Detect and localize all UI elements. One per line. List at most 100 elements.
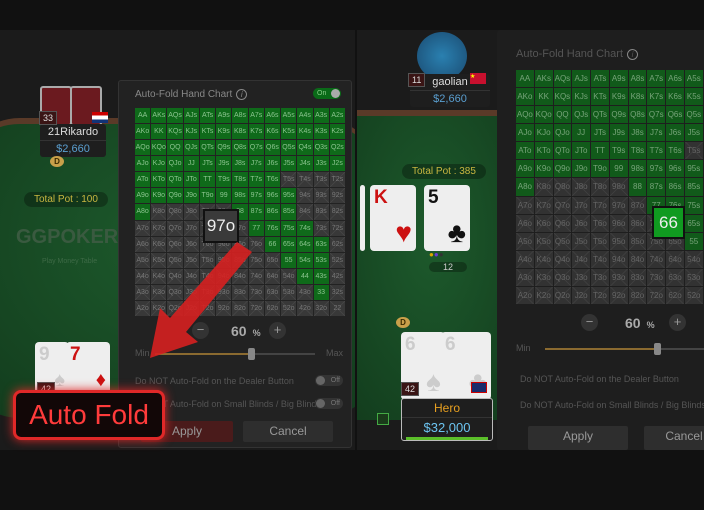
hand-cell-Q9o[interactable]: Q9o — [553, 160, 572, 178]
hand-cell-K3o[interactable]: K3o — [534, 268, 553, 286]
hand-cell-55[interactable]: 55 — [684, 232, 703, 250]
hand-cell-65s[interactable]: 65s — [684, 214, 703, 232]
slider-handle[interactable] — [654, 343, 662, 355]
hand-cell-J4o[interactable]: J4o — [572, 250, 591, 268]
hand-cell-T6s[interactable]: T6s — [666, 142, 684, 160]
hand-cell-Q5s[interactable]: Q5s — [684, 106, 703, 124]
hand-cell-J5o[interactable]: J5o — [572, 232, 591, 250]
hand-cell-K2o[interactable]: K2o — [534, 286, 553, 304]
hand-cell-J8s[interactable]: J8s — [628, 124, 647, 142]
hand-cell-62o[interactable]: 62o — [666, 286, 684, 304]
hand-cell-98o[interactable]: 98o — [609, 178, 628, 196]
hand-cell-A7s[interactable]: A7s — [647, 70, 666, 88]
hand-cell-KQs[interactable]: KQs — [553, 88, 572, 106]
hand-cell-A3o[interactable]: A3o — [516, 268, 534, 286]
hand-cell-K8o[interactable]: K8o — [534, 178, 553, 196]
hand-cell-A4o[interactable]: A4o — [516, 250, 534, 268]
hand-cell-97o[interactable]: 97o — [609, 196, 628, 214]
hand-cell-88[interactable]: 88 — [628, 178, 647, 196]
hand-cell-QQ[interactable]: QQ — [553, 106, 572, 124]
hand-cell-AQo[interactable]: AQo — [516, 106, 534, 124]
hand-cell-94o[interactable]: 94o — [609, 250, 628, 268]
hand-cell-KJo[interactable]: KJo — [534, 124, 553, 142]
hand-cell-72o[interactable]: 72o — [647, 286, 666, 304]
hand-cell-T3o[interactable]: T3o — [591, 268, 609, 286]
hand-cell-A2o[interactable]: A2o — [516, 286, 534, 304]
cancel-button[interactable]: Cancel — [644, 426, 704, 450]
hand-cell-92o[interactable]: 92o — [609, 286, 628, 304]
hand-cell-A8o[interactable]: A8o — [516, 178, 534, 196]
hand-cell-K9o[interactable]: K9o — [534, 160, 553, 178]
hand-cell-J3o[interactable]: J3o — [572, 268, 591, 286]
hand-cell-T7s[interactable]: T7s — [647, 142, 666, 160]
hand-cell-52o[interactable]: 52o — [684, 286, 703, 304]
hand-cell-K7s[interactable]: K7s — [647, 88, 666, 106]
hand-cell-JTs[interactable]: JTs — [591, 124, 609, 142]
hand-cell-AA[interactable]: AA — [516, 70, 534, 88]
hand-cell-T4o[interactable]: T4o — [591, 250, 609, 268]
hand-cell-54o[interactable]: 54o — [684, 250, 703, 268]
hand-cell-86s[interactable]: 86s — [666, 178, 684, 196]
hand-cell-J8o[interactable]: J8o — [572, 178, 591, 196]
hand-cell-KQo[interactable]: KQo — [534, 106, 553, 124]
hand-cell-53o[interactable]: 53o — [684, 268, 703, 286]
hand-cell-87o[interactable]: 87o — [628, 196, 647, 214]
hand-cell-95o[interactable]: 95o — [609, 232, 628, 250]
hand-cell-Q8o[interactable]: Q8o — [553, 178, 572, 196]
hand-cell-87s[interactable]: 87s — [647, 178, 666, 196]
increase-button[interactable]: + — [669, 314, 686, 331]
hand-cell-Q2o[interactable]: Q2o — [553, 286, 572, 304]
info-icon[interactable]: i — [627, 49, 638, 60]
apply-button[interactable]: Apply — [528, 426, 628, 450]
hand-cell-82o[interactable]: 82o — [628, 286, 647, 304]
hand-cell-98s[interactable]: 98s — [628, 160, 647, 178]
hand-cell-A5s[interactable]: A5s — [684, 70, 703, 88]
hand-cell-J5s[interactable]: J5s — [684, 124, 703, 142]
hand-cell-A5o[interactable]: A5o — [516, 232, 534, 250]
hand-cell-Q6s[interactable]: Q6s — [666, 106, 684, 124]
hand-cell-QJo[interactable]: QJo — [553, 124, 572, 142]
hand-cell-AKo[interactable]: AKo — [516, 88, 534, 106]
chart-shortcut-icon[interactable] — [377, 413, 389, 425]
hand-cell-Q9s[interactable]: Q9s — [609, 106, 628, 124]
hand-cell-T8o[interactable]: T8o — [591, 178, 609, 196]
hand-cell-JJ[interactable]: JJ — [572, 124, 591, 142]
hand-cell-Q7s[interactable]: Q7s — [647, 106, 666, 124]
hand-cell-T6o[interactable]: T6o — [591, 214, 609, 232]
hand-cell-AJo[interactable]: AJo — [516, 124, 534, 142]
hand-cell-QJs[interactable]: QJs — [572, 106, 591, 124]
hand-cell-Q6o[interactable]: Q6o — [553, 214, 572, 232]
hand-cell-75s[interactable]: 75s — [684, 196, 703, 214]
hand-cell-K9s[interactable]: K9s — [609, 88, 628, 106]
hand-cell-QTs[interactable]: QTs — [591, 106, 609, 124]
hand-cell-JTo[interactable]: JTo — [572, 142, 591, 160]
hand-cell-KK[interactable]: KK — [534, 88, 553, 106]
hand-cell-T7o[interactable]: T7o — [591, 196, 609, 214]
hand-cell-93o[interactable]: 93o — [609, 268, 628, 286]
hand-cell-KTs[interactable]: KTs — [591, 88, 609, 106]
hand-cell-J9o[interactable]: J9o — [572, 160, 591, 178]
hand-cell-83o[interactable]: 83o — [628, 268, 647, 286]
hand-cell-99[interactable]: 99 — [609, 160, 628, 178]
hand-cell-T8s[interactable]: T8s — [628, 142, 647, 160]
hand-cell-ATs[interactable]: ATs — [591, 70, 609, 88]
hand-cell-96s[interactable]: 96s — [666, 160, 684, 178]
hand-cell-Q3o[interactable]: Q3o — [553, 268, 572, 286]
hand-cell-J7o[interactable]: J7o — [572, 196, 591, 214]
hand-cell-ATo[interactable]: ATo — [516, 142, 534, 160]
hand-chart-grid[interactable]: AAAKsAQsAJsATsA9sA8sA7sA6sA5sA4sA3sA2sAK… — [516, 70, 704, 304]
hand-cell-A8s[interactable]: A8s — [628, 70, 647, 88]
range-slider[interactable] — [545, 343, 704, 355]
hand-cell-84o[interactable]: 84o — [628, 250, 647, 268]
hand-cell-73o[interactable]: 73o — [647, 268, 666, 286]
hand-cell-K6s[interactable]: K6s — [666, 88, 684, 106]
hand-cell-A6s[interactable]: A6s — [666, 70, 684, 88]
hand-cell-86o[interactable]: 86o — [628, 214, 647, 232]
hand-cell-J7s[interactable]: J7s — [647, 124, 666, 142]
hand-cell-J2o[interactable]: J2o — [572, 286, 591, 304]
hand-cell-A6o[interactable]: A6o — [516, 214, 534, 232]
hand-cell-KJs[interactable]: KJs — [572, 88, 591, 106]
hand-cell-K8s[interactable]: K8s — [628, 88, 647, 106]
hand-cell-T5o[interactable]: T5o — [591, 232, 609, 250]
hand-cell-AJs[interactable]: AJs — [572, 70, 591, 88]
